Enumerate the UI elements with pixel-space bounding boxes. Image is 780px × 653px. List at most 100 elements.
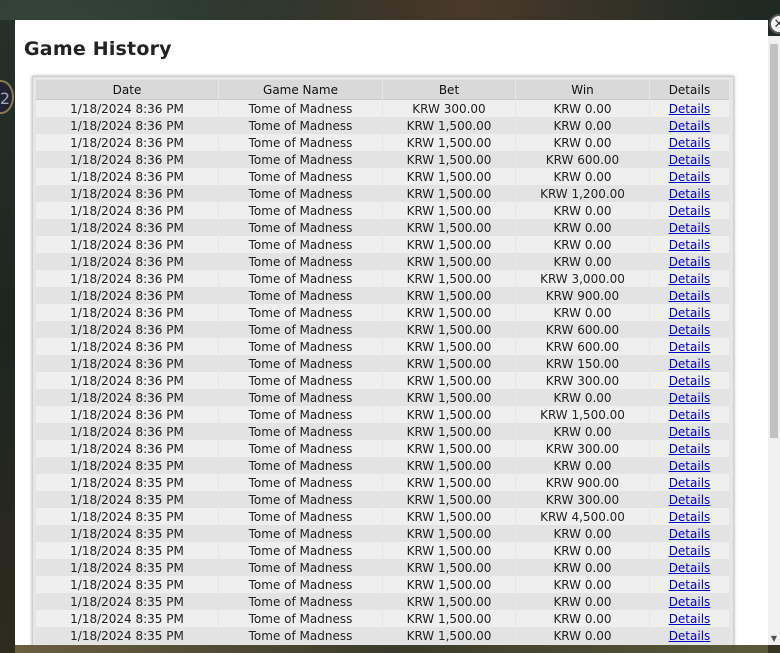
cell-details: Details [650, 508, 729, 525]
cell-bet: KRW 1,500.00 [383, 168, 515, 185]
table-row: 1/18/2024 8:36 PM Tome of Madness KRW 1,50… [36, 304, 729, 321]
cell-bet: KRW 1,500.00 [383, 372, 515, 389]
cell-win: KRW 0.00 [516, 236, 649, 253]
page-scrollbar[interactable]: ▼ [768, 36, 780, 645]
details-link[interactable]: Details [669, 391, 711, 405]
cell-bet: KRW 1,500.00 [383, 117, 515, 134]
cell-date: 1/18/2024 8:36 PM [36, 372, 218, 389]
details-link[interactable]: Details [669, 544, 711, 558]
cell-game-name: Tome of Madness [219, 542, 382, 559]
cell-win: KRW 0.00 [516, 423, 649, 440]
history-table: Date Game Name Bet Win Details 1/18/2024… [35, 80, 730, 644]
details-link[interactable]: Details [669, 255, 711, 269]
cell-details: Details [650, 151, 729, 168]
details-link[interactable]: Details [669, 272, 711, 286]
details-link[interactable]: Details [669, 408, 711, 422]
table-row: 1/18/2024 8:35 PM Tome of Madness KRW 1,50… [36, 457, 729, 474]
cell-date: 1/18/2024 8:36 PM [36, 389, 218, 406]
cell-game-name: Tome of Madness [219, 117, 382, 134]
table-row: 1/18/2024 8:35 PM Tome of Madness KRW 1,50… [36, 576, 729, 593]
cell-details: Details [650, 100, 729, 117]
cell-game-name: Tome of Madness [219, 304, 382, 321]
cell-details: Details [650, 474, 729, 491]
cell-win: KRW 0.00 [516, 559, 649, 576]
details-link[interactable]: Details [669, 340, 711, 354]
scrollbar-thumb[interactable] [770, 44, 778, 438]
close-icon: ✕ [773, 17, 780, 32]
details-link[interactable]: Details [669, 187, 711, 201]
cell-win: KRW 0.00 [516, 253, 649, 270]
cell-win: KRW 0.00 [516, 542, 649, 559]
cell-game-name: Tome of Madness [219, 559, 382, 576]
table-row: 1/18/2024 8:35 PM Tome of Madness KRW 1,50… [36, 593, 729, 610]
cell-game-name: Tome of Madness [219, 593, 382, 610]
details-link[interactable]: Details [669, 578, 711, 592]
details-link[interactable]: Details [669, 238, 711, 252]
history-table-frame: Date Game Name Bet Win Details 1/18/2024… [32, 76, 734, 645]
cell-game-name: Tome of Madness [219, 338, 382, 355]
cell-win: KRW 0.00 [516, 593, 649, 610]
table-row: 1/18/2024 8:36 PM Tome of Madness KRW 1,50… [36, 321, 729, 338]
details-link[interactable]: Details [669, 612, 711, 626]
cell-win: KRW 0.00 [516, 627, 649, 644]
details-link[interactable]: Details [669, 561, 711, 575]
details-link[interactable]: Details [669, 204, 711, 218]
cell-win: KRW 0.00 [516, 525, 649, 542]
details-link[interactable]: Details [669, 153, 711, 167]
details-link[interactable]: Details [669, 323, 711, 337]
cell-bet: KRW 1,500.00 [383, 287, 515, 304]
cell-date: 1/18/2024 8:35 PM [36, 474, 218, 491]
cell-date: 1/18/2024 8:36 PM [36, 287, 218, 304]
details-link[interactable]: Details [669, 442, 711, 456]
cell-details: Details [650, 202, 729, 219]
header-bet: Bet [383, 80, 515, 100]
cell-win: KRW 0.00 [516, 100, 649, 117]
table-row: 1/18/2024 8:36 PM Tome of Madness KRW 1,50… [36, 372, 729, 389]
details-link[interactable]: Details [669, 527, 711, 541]
header-date: Date [36, 80, 218, 100]
cell-game-name: Tome of Madness [219, 440, 382, 457]
details-link[interactable]: Details [669, 374, 711, 388]
details-link[interactable]: Details [669, 595, 711, 609]
details-link[interactable]: Details [669, 306, 711, 320]
table-row: 1/18/2024 8:36 PM Tome of Madness KRW 1,50… [36, 253, 729, 270]
details-link[interactable]: Details [669, 102, 711, 116]
cell-win: KRW 0.00 [516, 134, 649, 151]
details-link[interactable]: Details [669, 119, 711, 133]
details-link[interactable]: Details [669, 136, 711, 150]
cell-details: Details [650, 423, 729, 440]
details-link[interactable]: Details [669, 289, 711, 303]
details-link[interactable]: Details [669, 357, 711, 371]
details-link[interactable]: Details [669, 170, 711, 184]
cell-game-name: Tome of Madness [219, 287, 382, 304]
cell-game-name: Tome of Madness [219, 321, 382, 338]
cell-bet: KRW 1,500.00 [383, 253, 515, 270]
details-link[interactable]: Details [669, 629, 711, 643]
cell-date: 1/18/2024 8:35 PM [36, 576, 218, 593]
cell-win: KRW 600.00 [516, 338, 649, 355]
details-link[interactable]: Details [669, 459, 711, 473]
table-row: 1/18/2024 8:36 PM Tome of Madness KRW 1,50… [36, 389, 729, 406]
cell-game-name: Tome of Madness [219, 474, 382, 491]
details-link[interactable]: Details [669, 493, 711, 507]
background-bottom-strip [15, 645, 768, 653]
details-link[interactable]: Details [669, 425, 711, 439]
cell-details: Details [650, 440, 729, 457]
cell-game-name: Tome of Madness [219, 457, 382, 474]
cell-date: 1/18/2024 8:36 PM [36, 440, 218, 457]
cell-date: 1/18/2024 8:35 PM [36, 491, 218, 508]
cell-details: Details [650, 355, 729, 372]
scroll-down-arrow-icon[interactable]: ▼ [770, 635, 778, 643]
table-row: 1/18/2024 8:36 PM Tome of Madness KRW 1,50… [36, 219, 729, 236]
details-link[interactable]: Details [669, 221, 711, 235]
cell-win: KRW 1,500.00 [516, 406, 649, 423]
cell-details: Details [650, 491, 729, 508]
cell-bet: KRW 1,500.00 [383, 219, 515, 236]
cell-game-name: Tome of Madness [219, 610, 382, 627]
cell-date: 1/18/2024 8:36 PM [36, 253, 218, 270]
cell-win: KRW 0.00 [516, 389, 649, 406]
table-row: 1/18/2024 8:36 PM Tome of Madness KRW 1,50… [36, 406, 729, 423]
details-link[interactable]: Details [669, 476, 711, 490]
cell-game-name: Tome of Madness [219, 151, 382, 168]
details-link[interactable]: Details [669, 510, 711, 524]
